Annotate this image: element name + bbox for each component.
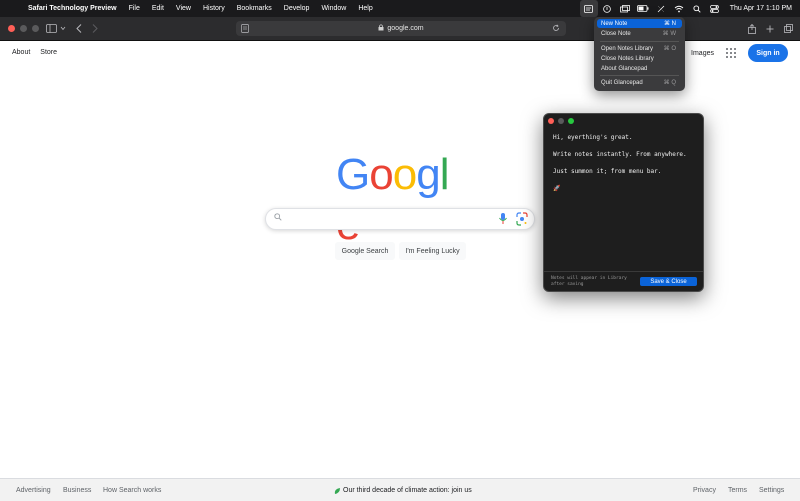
note-save-hint: Notes will appear in Library after savin… xyxy=(551,276,627,287)
note-minimize-button[interactable] xyxy=(558,118,564,124)
menu-help[interactable]: Help xyxy=(352,0,378,17)
google-top-left-links: About Store xyxy=(12,49,57,56)
window-controls xyxy=(8,25,39,32)
note-close-button[interactable] xyxy=(548,118,554,124)
wifi-icon[interactable] xyxy=(670,0,688,17)
logo-letter-l: l xyxy=(439,150,450,199)
search-input[interactable] xyxy=(288,211,492,228)
rocket-emoji: 🚀 xyxy=(553,185,561,192)
google-search-box[interactable] xyxy=(265,208,535,230)
note-line: Hi, eyerthing's great. xyxy=(553,134,633,141)
note-zoom-button[interactable] xyxy=(568,118,574,124)
save-close-button[interactable]: Save & Close xyxy=(640,277,697,286)
menu-separator xyxy=(600,75,679,76)
menubar-clock[interactable]: Thu Apr 17 1:10 PM xyxy=(724,5,800,12)
pen-slash-icon[interactable] xyxy=(652,0,670,17)
forward-button[interactable] xyxy=(89,21,101,36)
images-link[interactable]: Images xyxy=(691,50,714,57)
glancepad-menu: New Note ⌘ N Close Note ⌘ W Open Notes Lib… xyxy=(594,17,685,91)
menu-file[interactable]: File xyxy=(123,0,146,17)
about-link[interactable]: About xyxy=(12,49,30,56)
info-circle-icon[interactable] xyxy=(598,0,616,17)
control-center-icon[interactable] xyxy=(706,0,724,17)
minimize-window-button[interactable] xyxy=(20,25,27,32)
menu-edit[interactable]: Edit xyxy=(146,0,170,17)
glancepad-note-window: Hi, eyerthing's great. Write notes insta… xyxy=(543,113,704,292)
address-bar[interactable]: google.com xyxy=(236,21,566,36)
back-button[interactable] xyxy=(73,21,85,36)
menu-item-about-glancepad[interactable]: About Glancepad xyxy=(597,64,682,73)
sidebar-toggle-button[interactable] xyxy=(44,21,68,36)
url-text: google.com xyxy=(387,25,424,32)
search-icon xyxy=(274,213,282,223)
google-lens-icon[interactable] xyxy=(516,212,528,226)
logo-letter-o2: o xyxy=(392,150,418,199)
new-tab-button[interactable] xyxy=(764,21,776,36)
app-menu[interactable]: Safari Technology Preview xyxy=(22,0,123,17)
terms-link[interactable]: Terms xyxy=(728,487,747,494)
sign-in-button[interactable]: Sign in xyxy=(748,44,788,62)
menu-separator xyxy=(600,41,679,42)
close-window-button[interactable] xyxy=(8,25,15,32)
page-settings-icon[interactable] xyxy=(241,24,249,35)
menu-develop[interactable]: Develop xyxy=(278,0,316,17)
feeling-lucky-button[interactable]: I'm Feeling Lucky xyxy=(399,242,466,260)
logo-letter-g2: g xyxy=(416,150,441,199)
voice-search-icon[interactable] xyxy=(498,212,508,226)
business-link[interactable]: Business xyxy=(63,487,91,494)
menu-item-close-note[interactable]: Close Note ⌘ W xyxy=(597,29,682,38)
google-footer: Advertising Business How Search works Ou… xyxy=(0,478,800,501)
note-window-controls xyxy=(548,118,574,124)
settings-link[interactable]: Settings xyxy=(759,487,784,494)
menu-view[interactable]: View xyxy=(170,0,197,17)
climate-action-link[interactable]: Our third decade of climate action: join… xyxy=(343,487,472,494)
note-line: Just summon it; from menu bar. xyxy=(553,168,662,175)
reload-icon[interactable] xyxy=(552,24,560,34)
spotlight-search-icon[interactable] xyxy=(688,0,706,17)
how-search-works-link[interactable]: How Search works xyxy=(103,487,161,494)
google-search-button[interactable]: Google Search xyxy=(335,242,395,260)
battery-icon[interactable] xyxy=(634,0,652,17)
tab-overview-button[interactable] xyxy=(782,21,794,36)
share-button[interactable] xyxy=(746,21,758,36)
menu-history[interactable]: History xyxy=(197,0,231,17)
zoom-window-button[interactable] xyxy=(32,25,39,32)
menu-item-new-note[interactable]: New Note ⌘ N xyxy=(597,19,682,28)
privacy-link[interactable]: Privacy xyxy=(693,487,716,494)
menu-window[interactable]: Window xyxy=(315,0,352,17)
glancepad-menubar-icon[interactable] xyxy=(579,0,598,17)
google-top-right: ail Images Sign in xyxy=(672,44,788,62)
store-link[interactable]: Store xyxy=(40,49,57,56)
logo-letter-o1: o xyxy=(369,150,394,199)
menu-item-quit-glancepad[interactable]: Quit Glancepad ⌘ Q xyxy=(597,78,682,87)
advertising-link[interactable]: Advertising xyxy=(16,487,51,494)
lock-icon xyxy=(378,24,384,33)
macos-menu-bar: Safari Technology Preview File Edit View… xyxy=(0,0,800,17)
menu-item-open-notes-library[interactable]: Open Notes Library ⌘ O xyxy=(597,44,682,53)
menu-bookmarks[interactable]: Bookmarks xyxy=(231,0,278,17)
note-line: Write notes instantly. From anywhere. xyxy=(553,151,687,158)
note-text-area[interactable]: Hi, eyerthing's great. Write notes insta… xyxy=(553,134,698,202)
leaf-icon xyxy=(334,487,341,497)
google-apps-icon[interactable] xyxy=(726,48,736,58)
windows-icon[interactable] xyxy=(616,0,634,17)
note-divider xyxy=(544,271,703,272)
logo-letter-g: G xyxy=(336,150,370,199)
menu-item-close-notes-library[interactable]: Close Notes Library xyxy=(597,54,682,63)
google-logo: Google xyxy=(336,150,466,249)
